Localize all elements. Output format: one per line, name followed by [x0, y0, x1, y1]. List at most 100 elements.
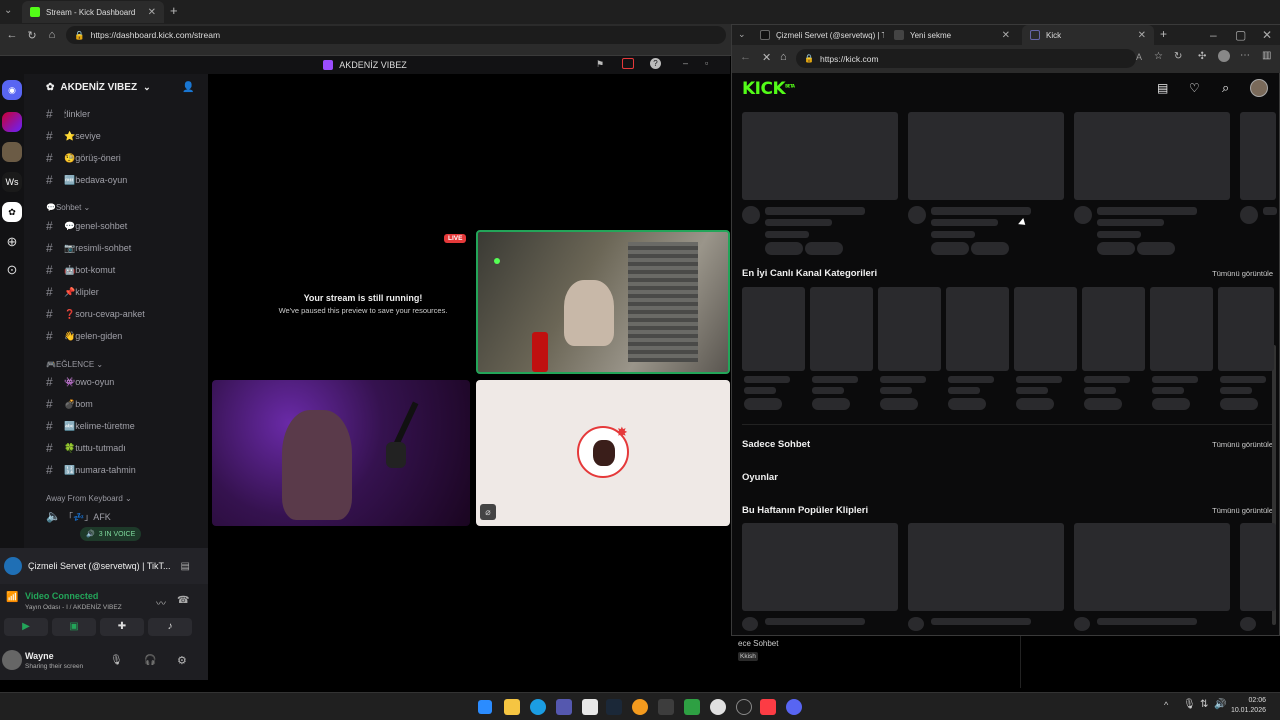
invite-icon[interactable]: 👤	[182, 82, 194, 93]
webcam-tile-1[interactable]	[476, 230, 730, 374]
in-voice-pill[interactable]: 🔊 3 IN VOICE	[80, 527, 142, 541]
discord-home-icon[interactable]: ◉	[2, 80, 22, 100]
app-w-icon[interactable]	[710, 699, 726, 715]
settings-gear-icon[interactable]: ⚙	[177, 654, 187, 667]
activities-button[interactable]: ✚	[100, 618, 144, 636]
inbox-icon[interactable]: ⚑	[596, 59, 604, 70]
extensions-icon[interactable]: ✣	[1198, 51, 1206, 62]
steam-icon[interactable]	[606, 699, 622, 715]
reload-icon[interactable]: ↻	[22, 24, 42, 46]
channel-item[interactable]: # ❓soru-cevap-anket	[46, 305, 145, 323]
disconnect-icon[interactable]: ☎	[177, 595, 189, 606]
tab-new-tab[interactable]: Yeni sekme ✕	[886, 25, 1018, 45]
capcut-icon[interactable]	[658, 699, 674, 715]
tab-list-icon[interactable]: ⌄	[738, 29, 746, 40]
kick-logo[interactable]: KICKBETA	[742, 79, 795, 99]
channel-item[interactable]: # 💬genel-sohbet	[46, 217, 127, 235]
server-icon-active[interactable]: ✿	[2, 202, 22, 222]
category-eglence[interactable]: 🎮EĞLENCE ⌄	[46, 357, 103, 371]
channel-item[interactable]: # 🔤kelime-türetme	[46, 417, 135, 435]
close-icon[interactable]: ✕	[148, 7, 156, 18]
new-tab-button[interactable]: +	[170, 3, 178, 18]
tab-list-icon[interactable]: ⌄	[4, 5, 12, 16]
following-icon[interactable]: ▤	[1157, 81, 1168, 95]
favorite-star-icon[interactable]: ☆	[1154, 51, 1163, 62]
channel-item[interactable]: # 📷resimli-sohbet	[46, 239, 131, 257]
screen-share-icon[interactable]	[622, 58, 634, 69]
close-icon[interactable]: ✕	[1138, 30, 1146, 41]
chevron-up-icon[interactable]: ^	[1164, 700, 1168, 710]
clock[interactable]: 02:06 10.01.2026	[1228, 696, 1266, 716]
server-icon-2[interactable]	[2, 142, 22, 162]
avatar[interactable]	[1250, 79, 1268, 97]
chrome-icon[interactable]	[736, 699, 752, 715]
address-bar[interactable]: 🔒 https://kick.com	[796, 49, 1136, 68]
avatar-tile[interactable]: ✸ ⌀	[476, 380, 730, 526]
tab-kick-dashboard[interactable]: Stream - Kick Dashboard ✕	[22, 1, 164, 23]
avatar[interactable]	[2, 650, 22, 670]
voice-channel-afk[interactable]: 🔈 「💤」AFK	[46, 507, 111, 525]
home-icon[interactable]: ⌂	[780, 51, 787, 63]
channel-item[interactable]: # 🔢numara-tahmin	[46, 461, 136, 479]
back-icon[interactable]: ←	[740, 51, 751, 63]
voice-location[interactable]: Yayın Odası - I / AKDENİZ VIBEZ	[25, 604, 122, 611]
channel-item[interactable]: # 👾owo-oyun	[46, 373, 114, 391]
channel-item[interactable]: # 🧐görüş-öneri	[46, 149, 121, 167]
microphone-icon[interactable]: 🎙	[1183, 699, 1196, 710]
camera-button[interactable]: ▶	[4, 618, 48, 636]
help-icon[interactable]: ?	[650, 58, 661, 69]
activity-row[interactable]: Çizmeli Servet (@servetwq) | TikT... ▤	[0, 548, 208, 584]
popout-icon[interactable]: ▤	[181, 561, 190, 572]
server-icon-1[interactable]	[2, 112, 22, 132]
channel-item[interactable]: # 👋gelen-giden	[46, 327, 122, 345]
see-all-categories-link[interactable]: Tümünü görüntüle	[1212, 269, 1273, 278]
connection-status[interactable]: Video Connected	[25, 591, 98, 601]
read-aloud-icon[interactable]: A	[1136, 52, 1142, 62]
noise-suppression-icon[interactable]: 〰	[156, 595, 166, 610]
teams-icon[interactable]	[556, 699, 572, 715]
edge-browser-icon[interactable]	[530, 699, 546, 715]
stop-icon[interactable]: ✕	[762, 51, 771, 64]
more-icon[interactable]: ⋯	[1240, 50, 1250, 61]
screen-share-button[interactable]: ▣	[52, 618, 96, 636]
home-icon[interactable]: ⌂	[42, 24, 62, 46]
tab-tiktok[interactable]: Çizmeli Servet (@servetwq) | Tik✕	[752, 25, 884, 45]
profile-icon[interactable]	[1218, 50, 1230, 62]
discord-icon[interactable]	[786, 699, 802, 715]
channel-item[interactable]: # 🆓bedava-oyun	[46, 171, 127, 189]
maximize-icon[interactable]: ▢	[1235, 28, 1246, 42]
category-afk[interactable]: Away From Keyboard ⌄	[46, 491, 132, 505]
channel-item[interactable]: # 📌klipler	[46, 283, 99, 301]
heart-icon[interactable]: ♡	[1189, 81, 1200, 95]
soundboard-button[interactable]: ♪	[148, 618, 192, 636]
discover-icon[interactable]: ⊙	[2, 260, 22, 280]
volume-icon[interactable]: 🔊	[1214, 699, 1226, 710]
channel-item[interactable]: # 🕯linkler	[46, 105, 90, 123]
store-icon[interactable]	[582, 699, 598, 715]
channel-item[interactable]: # 💣bom	[46, 395, 93, 413]
windows-start-icon[interactable]	[478, 700, 492, 714]
microphone-icon[interactable]: 🎙	[110, 655, 123, 666]
sidebar-icon[interactable]: ▥	[1262, 50, 1271, 61]
see-all-just-chatting-link[interactable]: Tümünü görüntüle	[1212, 440, 1273, 449]
close-icon[interactable]: ✕	[1002, 30, 1010, 41]
network-icon[interactable]: ⇅	[1200, 699, 1208, 710]
minimize-icon[interactable]: –	[1210, 28, 1217, 42]
app-icon[interactable]	[684, 699, 700, 715]
search-icon[interactable]: ⌕	[1222, 80, 1229, 96]
channel-item[interactable]: # 🍀tuttu-tutmadı	[46, 439, 126, 457]
minimize-icon[interactable]: –	[683, 58, 688, 68]
close-window-icon[interactable]: ✕	[1262, 28, 1272, 42]
file-explorer-icon[interactable]	[504, 699, 520, 715]
headphones-icon[interactable]: 🎧	[144, 655, 156, 666]
server-icon-ws[interactable]: Ws	[2, 172, 22, 192]
channel-item[interactable]: # 🤖bot-komut	[46, 261, 115, 279]
category-sohbet[interactable]: 💬Sohbet ⌄	[46, 200, 90, 214]
refresh-icon[interactable]: ↻	[1174, 51, 1182, 62]
add-server-icon[interactable]: ⊕	[2, 232, 22, 252]
music-icon[interactable]	[760, 699, 776, 715]
tab-kick[interactable]: Kick ✕	[1022, 25, 1154, 45]
maximize-icon[interactable]: ▫	[705, 58, 708, 68]
address-bar[interactable]: 🔒 https://dashboard.kick.com/stream	[66, 26, 726, 44]
channel-item[interactable]: # ⭐seviye	[46, 127, 101, 145]
